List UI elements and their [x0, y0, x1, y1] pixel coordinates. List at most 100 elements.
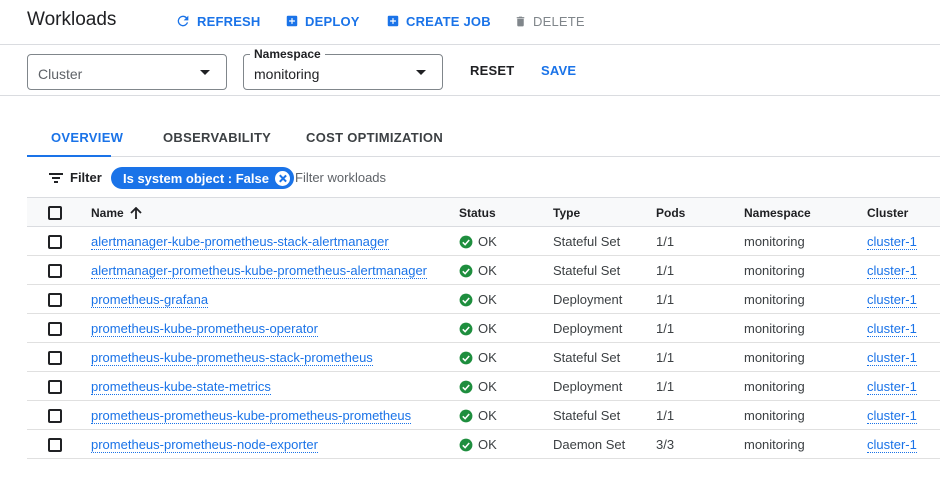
- save-button[interactable]: SAVE: [541, 63, 576, 78]
- status-text: OK: [478, 437, 497, 452]
- namespace-cell: monitoring: [744, 379, 805, 394]
- filter-chip[interactable]: Is system object : False: [111, 167, 294, 189]
- column-header-namespace[interactable]: Namespace: [744, 206, 811, 220]
- workload-name-link[interactable]: alertmanager-prometheus-kube-prometheus-…: [91, 263, 428, 279]
- namespace-cell: monitoring: [744, 437, 805, 452]
- table-row: prometheus-grafana OK Deployment 1/1 monitor…: [27, 285, 940, 314]
- column-header-pods[interactable]: Pods: [656, 206, 685, 220]
- select-all-checkbox[interactable]: [48, 206, 62, 220]
- namespace-select-label: Namespace: [250, 47, 325, 61]
- refresh-icon: [177, 15, 189, 27]
- cluster-link[interactable]: cluster-1: [867, 350, 917, 366]
- status-cell: OK: [459, 379, 497, 394]
- row-checkbox[interactable]: [48, 322, 62, 336]
- column-header-name[interactable]: Name: [91, 206, 142, 220]
- check-circle-icon: [459, 264, 473, 277]
- reset-button[interactable]: RESET: [470, 63, 514, 78]
- delete-button[interactable]: DELETE: [514, 12, 585, 30]
- table-row: prometheus-prometheus-kube-prometheus-pr…: [27, 401, 940, 430]
- row-checkbox[interactable]: [48, 264, 62, 278]
- type-cell: Stateful Set: [553, 408, 621, 423]
- table-row: prometheus-kube-prometheus-stack-prometh…: [27, 343, 940, 372]
- add-box-icon: [286, 15, 298, 27]
- create-job-label: CREATE JOB: [406, 13, 491, 29]
- column-header-type[interactable]: Type: [553, 206, 580, 220]
- column-header-status[interactable]: Status: [459, 206, 496, 220]
- refresh-button[interactable]: REFRESH: [175, 12, 261, 30]
- deploy-button[interactable]: DEPLOY: [285, 12, 360, 30]
- tab-overview[interactable]: OVERVIEW: [51, 130, 123, 145]
- filter-button[interactable]: Filter: [49, 170, 102, 185]
- pods-cell: 1/1: [656, 263, 675, 278]
- pods-cell: 1/1: [656, 321, 675, 336]
- add-box-icon: [387, 15, 399, 27]
- check-circle-icon: [459, 322, 473, 335]
- pods-cell: 1/1: [656, 350, 675, 365]
- namespace-cell: monitoring: [744, 408, 805, 423]
- table-filter-row: Filter Is system object : False: [27, 160, 940, 198]
- workload-name-link[interactable]: prometheus-kube-state-metrics: [91, 379, 271, 395]
- tab-observability[interactable]: OBSERVABILITY: [163, 130, 271, 145]
- workload-name-link[interactable]: alertmanager-kube-prometheus-stack-alert…: [91, 234, 389, 250]
- cluster-link[interactable]: cluster-1: [867, 437, 917, 453]
- pods-cell: 1/1: [656, 408, 675, 423]
- filter-bar: Cluster Namespace monitoring RESET SAVE: [0, 45, 940, 96]
- workloads-table: Name Status Type Pods Namespace Cluster …: [27, 198, 940, 459]
- row-checkbox[interactable]: [48, 438, 62, 452]
- close-icon[interactable]: [274, 170, 290, 186]
- dropdown-arrow-icon: [416, 70, 426, 75]
- row-checkbox[interactable]: [48, 351, 62, 365]
- status-text: OK: [478, 350, 497, 365]
- row-checkbox[interactable]: [48, 235, 62, 249]
- filter-chip-label: Is system object : False: [123, 170, 269, 186]
- workload-name-link[interactable]: prometheus-kube-prometheus-stack-prometh…: [91, 350, 373, 366]
- workload-name-link[interactable]: prometheus-grafana: [91, 292, 209, 308]
- page-header: Workloads REFRESH DEPLOY CREATE JOB DELE…: [0, 0, 940, 45]
- check-circle-icon: [459, 409, 473, 422]
- row-checkbox[interactable]: [48, 380, 62, 394]
- cluster-select-placeholder: Cluster: [38, 66, 83, 82]
- status-text: OK: [478, 292, 497, 307]
- namespace-cell: monitoring: [744, 292, 805, 307]
- check-circle-icon: [459, 351, 473, 364]
- namespace-cell: monitoring: [744, 350, 805, 365]
- filter-workloads-input[interactable]: [295, 170, 595, 185]
- type-cell: Deployment: [553, 321, 623, 336]
- cluster-link[interactable]: cluster-1: [867, 292, 917, 308]
- pods-cell: 1/1: [656, 234, 675, 249]
- check-circle-icon: [459, 438, 473, 451]
- tab-cost-optimization[interactable]: COST OPTIMIZATION: [306, 130, 443, 145]
- refresh-label: REFRESH: [197, 13, 261, 29]
- namespace-select[interactable]: Namespace monitoring: [243, 47, 443, 90]
- check-circle-icon: [459, 380, 473, 393]
- create-job-button[interactable]: CREATE JOB: [386, 12, 491, 30]
- type-cell: Stateful Set: [553, 234, 621, 249]
- cluster-link[interactable]: cluster-1: [867, 408, 917, 424]
- pods-cell: 1/1: [656, 292, 675, 307]
- type-cell: Deployment: [553, 292, 623, 307]
- table-row: prometheus-kube-prometheus-operator OK Dep…: [27, 314, 940, 343]
- cluster-select[interactable]: Cluster: [27, 54, 227, 90]
- cluster-link[interactable]: cluster-1: [867, 379, 917, 395]
- page-title: Workloads: [27, 9, 117, 30]
- dropdown-arrow-icon: [200, 70, 210, 75]
- workload-name-link[interactable]: prometheus-prometheus-node-exporter: [91, 437, 318, 453]
- cluster-link[interactable]: cluster-1: [867, 321, 917, 337]
- table-row: prometheus-prometheus-node-exporter OK Dae…: [27, 430, 940, 459]
- table-header-row: Name Status Type Pods Namespace Cluster: [27, 198, 940, 227]
- namespace-cell: monitoring: [744, 321, 805, 336]
- workload-name-link[interactable]: prometheus-prometheus-kube-prometheus-pr…: [91, 408, 412, 424]
- type-cell: Stateful Set: [553, 350, 621, 365]
- row-checkbox[interactable]: [48, 409, 62, 423]
- row-checkbox[interactable]: [48, 293, 62, 307]
- table-row: alertmanager-kube-prometheus-stack-alert…: [27, 227, 940, 256]
- status-cell: OK: [459, 321, 497, 336]
- column-header-cluster[interactable]: Cluster: [867, 206, 908, 220]
- cluster-link[interactable]: cluster-1: [867, 234, 917, 250]
- status-cell: OK: [459, 292, 497, 307]
- cluster-link[interactable]: cluster-1: [867, 263, 917, 279]
- workload-name-link[interactable]: prometheus-kube-prometheus-operator: [91, 321, 318, 337]
- tab-bar: OVERVIEW OBSERVABILITY COST OPTIMIZATION: [27, 120, 940, 157]
- status-text: OK: [478, 408, 497, 423]
- table-body: alertmanager-kube-prometheus-stack-alert…: [27, 227, 940, 459]
